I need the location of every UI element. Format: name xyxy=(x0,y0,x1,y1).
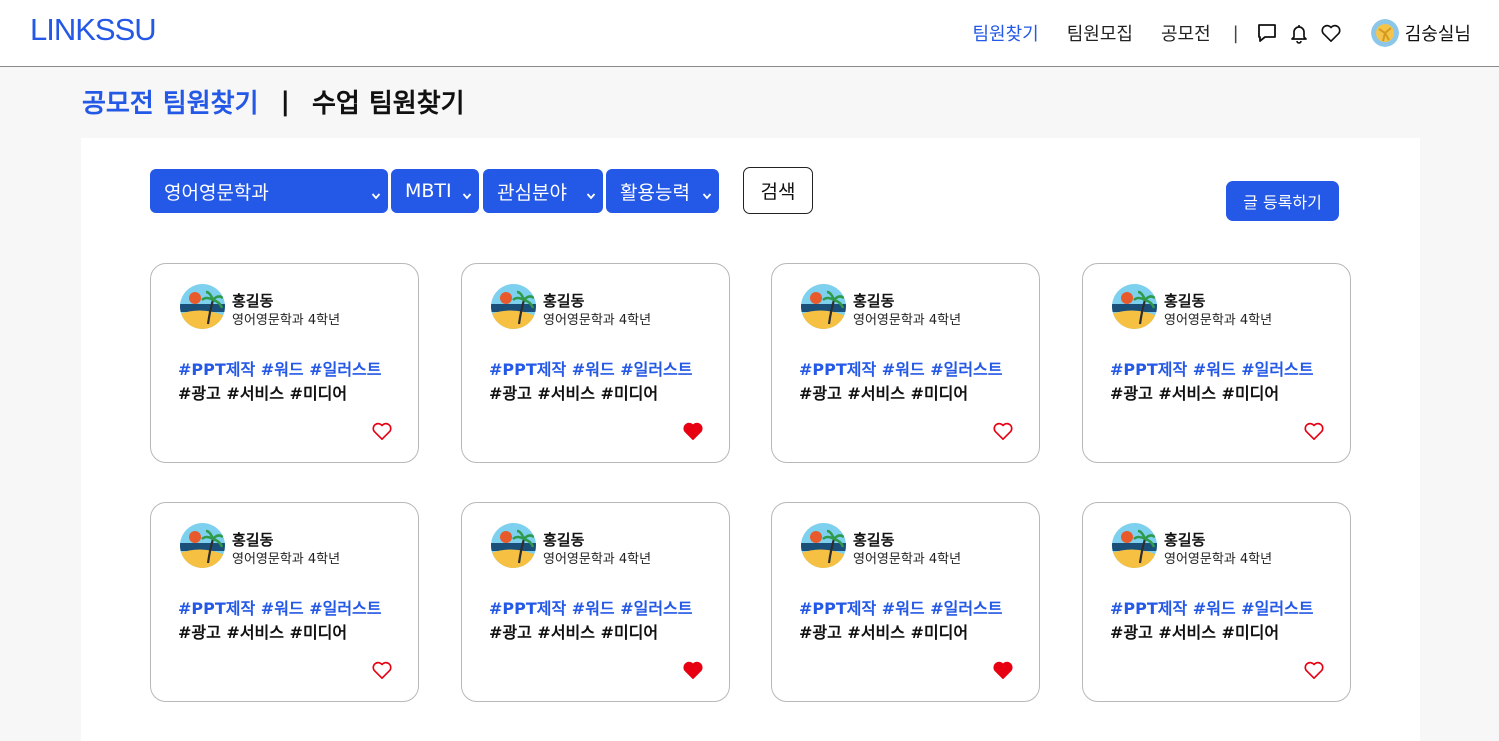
nav-find-teammates[interactable]: 팀원찾기 xyxy=(972,20,1038,46)
chevron-down-icon xyxy=(462,184,472,206)
card-skill-tags: #PPT제작 #워드 #일러스트 xyxy=(1110,599,1314,618)
heart-filled-icon[interactable] xyxy=(682,660,704,680)
card-skill-tags: #PPT제작 #워드 #일러스트 xyxy=(799,599,1003,618)
write-post-button[interactable]: 글 등록하기 xyxy=(1226,181,1339,221)
card-interest-tags: #광고 #서비스 #미디어 xyxy=(178,384,348,403)
card-skill-tags: #PPT제작 #워드 #일러스트 xyxy=(489,599,693,618)
profile-avatar xyxy=(180,523,225,568)
card-department: 영어영문학과 4학년 xyxy=(853,313,962,328)
card-interest-tags: #광고 #서비스 #미디어 xyxy=(489,623,659,642)
main-panel: 영어영문학과 MBTI 관심분야 활용능력 검색 글 등록하기 홍길동영어영문학… xyxy=(81,138,1420,741)
category-tabs: 공모전 팀원찾기 | 수업 팀원찾기 xyxy=(82,83,465,120)
card-department: 영어영문학과 4학년 xyxy=(1164,552,1273,567)
heart-filled-icon[interactable] xyxy=(992,660,1014,680)
heart-icon[interactable] xyxy=(1303,421,1325,441)
card-interest-tags: #광고 #서비스 #미디어 xyxy=(799,384,969,403)
chevron-down-icon xyxy=(371,184,381,206)
profile-avatar xyxy=(491,523,536,568)
card-department: 영어영문학과 4학년 xyxy=(1164,313,1273,328)
card-interest-tags: #광고 #서비스 #미디어 xyxy=(799,623,969,642)
interest-select[interactable]: 관심분야 xyxy=(483,169,603,213)
interest-select-value: 관심분야 xyxy=(497,181,567,204)
card-name: 홍길동 xyxy=(232,531,274,549)
nav-contests[interactable]: 공모전 xyxy=(1161,20,1211,46)
profile-avatar xyxy=(491,284,536,329)
card-skill-tags: #PPT제작 #워드 #일러스트 xyxy=(1110,360,1314,379)
bell-icon[interactable] xyxy=(1287,21,1311,45)
card-name: 홍길동 xyxy=(232,292,274,310)
profile-avatar xyxy=(180,284,225,329)
teammate-card[interactable]: 홍길동영어영문학과 4학년 #PPT제작 #워드 #일러스트 #광고 #서비스 #미… xyxy=(1082,502,1351,702)
card-department: 영어영문학과 4학년 xyxy=(232,552,341,567)
card-name: 홍길동 xyxy=(543,292,585,310)
department-select-value: 영어영문학과 xyxy=(164,181,269,204)
card-department: 영어영문학과 4학년 xyxy=(543,313,652,328)
card-name: 홍길동 xyxy=(853,531,895,549)
heart-icon[interactable] xyxy=(992,421,1014,441)
heart-icon[interactable] xyxy=(1303,660,1325,680)
teammate-card[interactable]: 홍길동영어영문학과 4학년 #PPT제작 #워드 #일러스트 #광고 #서비스 #미… xyxy=(461,502,730,702)
card-name: 홍길동 xyxy=(543,531,585,549)
card-name: 홍길동 xyxy=(1164,292,1206,310)
teammate-card[interactable]: 홍길동영어영문학과 4학년 #PPT제작 #워드 #일러스트 #광고 #서비스 #미… xyxy=(150,263,419,463)
card-skill-tags: #PPT제작 #워드 #일러스트 xyxy=(799,360,1003,379)
teammate-card[interactable]: 홍길동영어영문학과 4학년 #PPT제작 #워드 #일러스트 #광고 #서비스 #미… xyxy=(150,502,419,702)
card-department: 영어영문학과 4학년 xyxy=(853,552,962,567)
user-menu[interactable]: 김숭실님 xyxy=(1370,19,1471,47)
card-name: 홍길동 xyxy=(853,292,895,310)
skill-select[interactable]: 활용능력 xyxy=(606,169,719,213)
card-skill-tags: #PPT제작 #워드 #일러스트 xyxy=(178,599,382,618)
mbti-select[interactable]: MBTI xyxy=(391,169,479,213)
profile-avatar xyxy=(1112,523,1157,568)
teammate-card[interactable]: 홍길동영어영문학과 4학년 #PPT제작 #워드 #일러스트 #광고 #서비스 #미… xyxy=(771,502,1040,702)
skill-select-value: 활용능력 xyxy=(620,181,690,204)
search-button[interactable]: 검색 xyxy=(743,167,813,214)
top-header: LINKSSU 팀원찾기 팀원모집 공모전 | 김숭실님 xyxy=(0,0,1499,67)
profile-avatar xyxy=(801,523,846,568)
card-interest-tags: #광고 #서비스 #미디어 xyxy=(1110,623,1280,642)
heart-icon[interactable] xyxy=(371,421,393,441)
heart-icon[interactable] xyxy=(1319,21,1343,45)
heart-icon[interactable] xyxy=(371,660,393,680)
card-interest-tags: #광고 #서비스 #미디어 xyxy=(178,623,348,642)
logo[interactable]: LINKSSU xyxy=(30,12,157,48)
card-interest-tags: #광고 #서비스 #미디어 xyxy=(489,384,659,403)
card-name: 홍길동 xyxy=(1164,531,1206,549)
department-select[interactable]: 영어영문학과 xyxy=(150,169,388,213)
chevron-down-icon xyxy=(586,184,596,206)
nav-recruit-teammates[interactable]: 팀원모집 xyxy=(1067,20,1133,46)
card-department: 영어영문학과 4학년 xyxy=(543,552,652,567)
card-interest-tags: #광고 #서비스 #미디어 xyxy=(1110,384,1280,403)
teammate-card[interactable]: 홍길동영어영문학과 4학년 #PPT제작 #워드 #일러스트 #광고 #서비스 #미… xyxy=(461,263,730,463)
tab-separator: | xyxy=(280,86,291,117)
tab-contest-teammates[interactable]: 공모전 팀원찾기 xyxy=(82,83,259,120)
profile-avatar xyxy=(801,284,846,329)
card-skill-tags: #PPT제작 #워드 #일러스트 xyxy=(178,360,382,379)
card-department: 영어영문학과 4학년 xyxy=(232,313,341,328)
teammate-card[interactable]: 홍길동영어영문학과 4학년 #PPT제작 #워드 #일러스트 #광고 #서비스 #미… xyxy=(1082,263,1351,463)
top-nav: 팀원찾기 팀원모집 공모전 | 김숭실님 xyxy=(944,0,1471,66)
user-avatar xyxy=(1370,19,1399,47)
tab-class-teammates[interactable]: 수업 팀원찾기 xyxy=(312,83,465,120)
user-name: 김숭실님 xyxy=(1404,24,1471,45)
chevron-down-icon xyxy=(702,184,712,206)
mbti-select-value: MBTI xyxy=(405,180,452,202)
heart-filled-icon[interactable] xyxy=(682,421,704,441)
profile-avatar xyxy=(1112,284,1157,329)
teammate-card[interactable]: 홍길동영어영문학과 4학년 #PPT제작 #워드 #일러스트 #광고 #서비스 #미… xyxy=(771,263,1040,463)
nav-separator: | xyxy=(1232,22,1239,44)
card-skill-tags: #PPT제작 #워드 #일러스트 xyxy=(489,360,693,379)
chat-icon[interactable] xyxy=(1255,21,1279,45)
